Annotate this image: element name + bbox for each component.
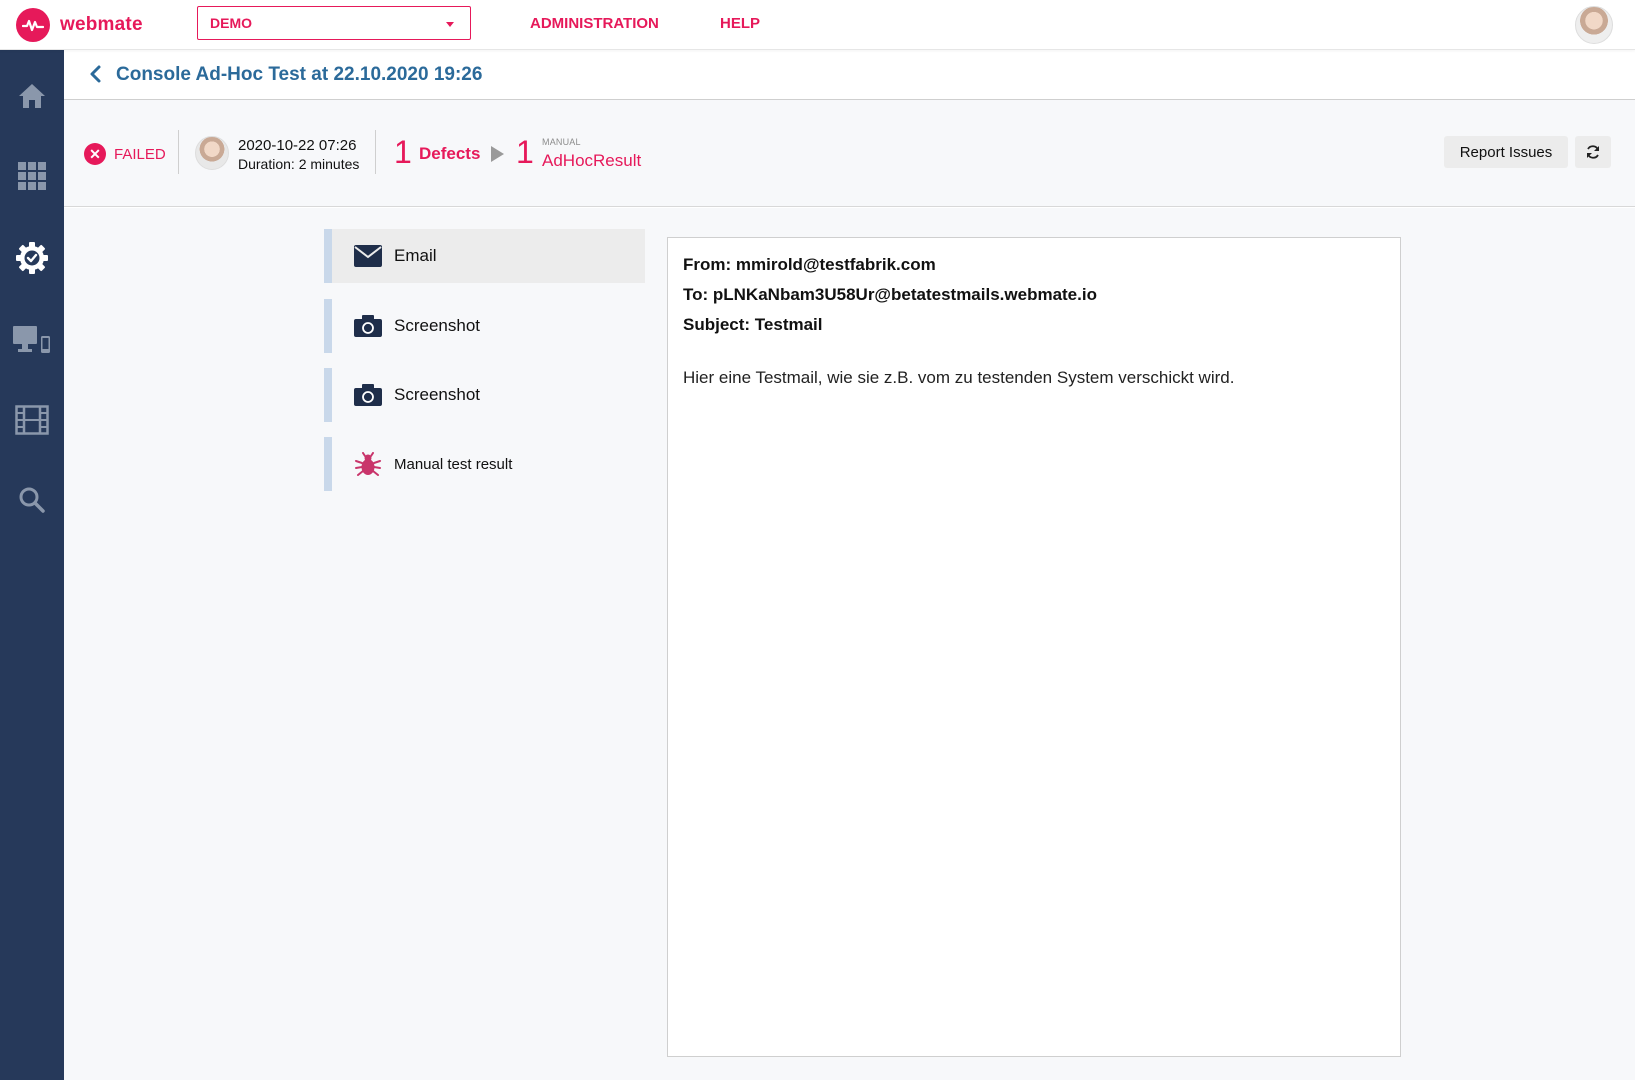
settings-check-icon[interactable] (12, 238, 52, 278)
brand[interactable]: webmate (16, 8, 143, 42)
defects-link[interactable]: Defects (419, 144, 480, 164)
envelope-icon (354, 245, 382, 267)
artifact-label: Screenshot (394, 385, 480, 404)
divider (375, 130, 376, 174)
status-bar: ✕ FAILED 2020-10-22 07:26 Duration: 2 mi… (64, 100, 1635, 207)
page-title: Console Ad-Hoc Test at 22.10.2020 19:26 (116, 64, 483, 85)
sidebar (0, 50, 64, 1080)
email-to: To: pLNKaNbam3U58Ur@betatestmails.webmat… (683, 285, 1097, 304)
user-avatar[interactable] (1575, 6, 1613, 44)
apps-grid-icon[interactable] (12, 156, 52, 196)
webmate-logo-icon (16, 8, 50, 42)
artifact-label: Email (394, 246, 437, 265)
artifact-email[interactable]: Email (324, 229, 645, 283)
artifact-screenshot[interactable]: Screenshot (324, 368, 645, 422)
content-area: Email Screenshot Screenshot Manual test … (64, 208, 1635, 1080)
email-subject: Subject: Testmail (683, 315, 823, 334)
run-date: 2020-10-22 07:26 (238, 137, 357, 154)
breadcrumb: Console Ad-Hoc Test at 22.10.2020 19:26 (64, 50, 1635, 100)
camera-icon (354, 315, 382, 337)
defects-count[interactable]: 1 (394, 134, 412, 171)
camera-icon (354, 384, 382, 406)
artifact-label: Screenshot (394, 316, 480, 335)
project-select[interactable]: DEMO (197, 6, 471, 40)
email-body: Hier eine Testmail, wie sie z.B. vom zu … (683, 368, 1235, 387)
manual-tag: MANUAL (542, 137, 581, 147)
bug-icon (355, 452, 381, 476)
result-count[interactable]: 1 (516, 134, 534, 171)
email-viewer: From: mmirold@testfabrik.com To: pLNKaNb… (667, 237, 1401, 1057)
home-icon[interactable] (12, 76, 52, 116)
chevron-left-icon[interactable] (86, 64, 106, 84)
nav-administration[interactable]: ADMINISTRATION (530, 15, 659, 32)
play-arrow-icon (491, 146, 504, 162)
email-from: From: mmirold@testfabrik.com (683, 255, 936, 274)
report-issues-button[interactable]: Report Issues (1444, 136, 1568, 168)
adhoc-result-link[interactable]: AdHocResult (542, 151, 641, 171)
top-bar: webmate DEMO ADMINISTRATION HELP (0, 0, 1635, 50)
nav-help[interactable]: HELP (720, 15, 760, 32)
status-text: FAILED (114, 145, 166, 163)
brand-name: webmate (60, 14, 143, 35)
artifact-label: Manual test result (394, 455, 513, 473)
divider (178, 130, 179, 174)
close-circle-icon: ✕ (84, 143, 106, 165)
artifact-screenshot[interactable]: Screenshot (324, 299, 645, 353)
run-duration: Duration: 2 minutes (238, 156, 360, 172)
devices-icon[interactable] (12, 320, 52, 360)
refresh-button[interactable] (1575, 136, 1611, 168)
status-badge: ✕ FAILED (84, 143, 166, 165)
refresh-icon (1587, 145, 1599, 159)
film-icon[interactable] (12, 400, 52, 440)
avatar (195, 136, 229, 170)
search-icon[interactable] (12, 480, 52, 520)
project-select-value: DEMO (210, 15, 252, 31)
chevron-down-icon (446, 22, 454, 27)
artifact-manual-test-result[interactable]: Manual test result (324, 437, 645, 491)
